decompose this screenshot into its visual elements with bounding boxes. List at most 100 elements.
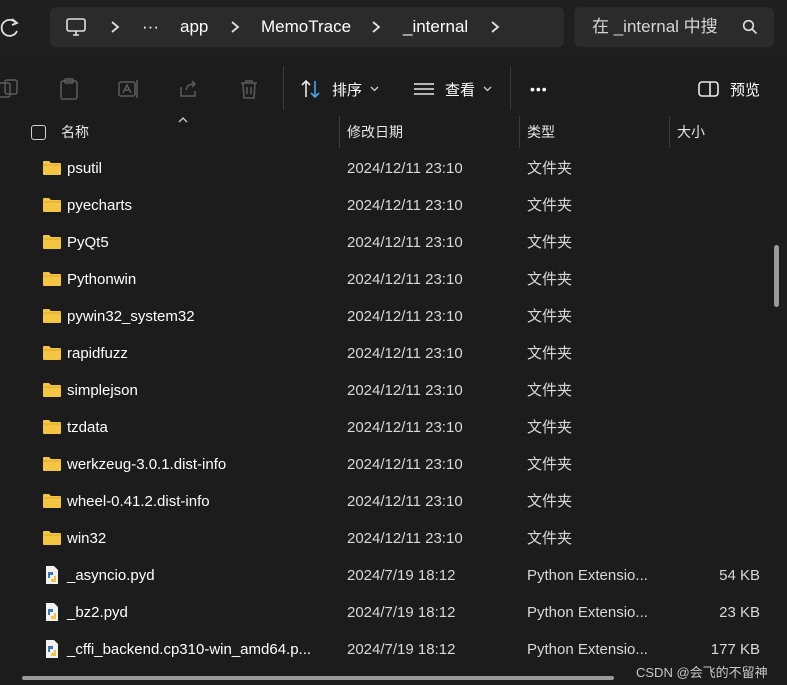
file-date: 2024/12/11 23:10 xyxy=(347,493,463,510)
file-type: Python Extensio... xyxy=(527,604,648,621)
file-name: _asyncio.pyd xyxy=(67,567,155,584)
search-icon[interactable] xyxy=(742,19,758,35)
sort-button[interactable]: 排序 xyxy=(300,74,389,104)
breadcrumb-internal[interactable]: _internal xyxy=(403,7,468,47)
folder-icon xyxy=(43,198,61,212)
file-name: win32 xyxy=(67,530,107,547)
file-type: 文件夹 xyxy=(527,160,573,177)
sort-icon xyxy=(301,79,320,99)
chevron-right-icon[interactable] xyxy=(108,19,122,35)
column-type[interactable]: 类型 xyxy=(527,116,555,148)
view-button[interactable]: 查看 xyxy=(413,74,502,104)
file-type: 文件夹 xyxy=(527,197,573,214)
file-name: _cffi_backend.cp310-win_amd64.p... xyxy=(67,641,312,658)
folder-icon xyxy=(43,383,61,397)
folder-icon xyxy=(43,346,61,360)
address-bar[interactable]: ··· app MemoTrace _internal xyxy=(50,7,564,47)
list-item[interactable]: pyecharts 2024/12/11 23:10 文件夹 xyxy=(0,187,770,224)
file-date: 2024/7/19 18:12 xyxy=(347,567,456,584)
preview-pane-icon xyxy=(698,81,719,97)
paste-icon[interactable] xyxy=(58,78,80,100)
file-type: 文件夹 xyxy=(527,456,573,473)
vertical-scrollbar[interactable] xyxy=(774,245,779,307)
file-date: 2024/12/11 23:10 xyxy=(347,160,463,177)
list-item[interactable]: werkzeug-3.0.1.dist-info 2024/12/11 23:1… xyxy=(0,446,770,483)
file-name: werkzeug-3.0.1.dist-info xyxy=(67,456,227,473)
chevron-down-icon xyxy=(370,86,379,92)
breadcrumb-app[interactable]: app xyxy=(180,7,208,47)
file-name: psutil xyxy=(67,160,103,177)
command-bar: 排序 查看 ••• 预览 xyxy=(0,60,787,116)
column-size[interactable]: 大小 xyxy=(677,116,705,148)
file-date: 2024/7/19 18:12 xyxy=(347,641,456,658)
file-name: pyecharts xyxy=(67,197,133,214)
column-divider[interactable] xyxy=(669,116,670,148)
column-name[interactable]: 名称 xyxy=(61,116,89,148)
rename-icon[interactable] xyxy=(118,78,140,100)
file-date: 2024/12/11 23:10 xyxy=(347,197,463,214)
toolbar-divider xyxy=(510,66,511,110)
column-divider[interactable] xyxy=(339,116,340,148)
file-type: 文件夹 xyxy=(527,419,573,436)
python-file-icon xyxy=(46,566,58,584)
toolbar-divider xyxy=(283,66,284,110)
computer-icon[interactable] xyxy=(66,17,86,37)
refresh-icon[interactable] xyxy=(0,14,20,40)
folder-icon xyxy=(43,235,61,249)
file-type: 文件夹 xyxy=(527,308,573,325)
column-header: 名称 修改日期 类型 大小 xyxy=(0,116,787,148)
file-size: 23 KB xyxy=(719,604,760,621)
column-divider[interactable] xyxy=(519,116,520,148)
column-modified[interactable]: 修改日期 xyxy=(347,116,403,148)
file-name: Pythonwin xyxy=(67,271,137,288)
chevron-right-icon[interactable] xyxy=(488,19,502,35)
file-type: Python Extensio... xyxy=(527,641,648,658)
view-label: 查看 xyxy=(445,81,476,99)
folder-icon xyxy=(43,272,61,286)
file-date: 2024/12/11 23:10 xyxy=(347,456,463,473)
folder-icon xyxy=(43,309,61,323)
search-placeholder[interactable]: 在 _internal 中搜 xyxy=(592,7,718,47)
file-date: 2024/12/11 23:10 xyxy=(347,271,463,288)
copy-icon[interactable] xyxy=(0,78,22,100)
chevron-right-icon[interactable] xyxy=(228,19,242,35)
folder-icon xyxy=(43,457,61,471)
sort-label: 排序 xyxy=(332,81,363,99)
list-item[interactable]: win32 2024/12/11 23:10 文件夹 xyxy=(0,520,770,557)
file-type: 文件夹 xyxy=(527,493,573,510)
chevron-right-icon[interactable] xyxy=(369,19,383,35)
breadcrumb-memotrace[interactable]: MemoTrace xyxy=(261,7,351,47)
share-icon[interactable] xyxy=(178,78,200,100)
file-list: psutil 2024/12/11 23:10 文件夹 pyecharts 20… xyxy=(0,150,770,668)
list-item[interactable]: PyQt5 2024/12/11 23:10 文件夹 xyxy=(0,224,770,261)
search-box[interactable]: 在 _internal 中搜 xyxy=(574,7,774,47)
folder-icon xyxy=(43,161,61,175)
file-size: 54 KB xyxy=(719,567,760,584)
list-item[interactable]: tzdata 2024/12/11 23:10 文件夹 xyxy=(0,409,770,446)
file-type: 文件夹 xyxy=(527,234,573,251)
file-date: 2024/12/11 23:10 xyxy=(347,308,463,325)
list-item[interactable]: _bz2.pyd 2024/7/19 18:12 Python Extensio… xyxy=(0,594,770,631)
list-item[interactable]: psutil 2024/12/11 23:10 文件夹 xyxy=(0,150,770,187)
chevron-down-icon xyxy=(483,86,492,92)
select-all-checkbox[interactable] xyxy=(31,125,46,140)
preview-label: 预览 xyxy=(730,81,761,99)
list-item[interactable]: Pythonwin 2024/12/11 23:10 文件夹 xyxy=(0,261,770,298)
list-item[interactable]: _asyncio.pyd 2024/7/19 18:12 Python Exte… xyxy=(0,557,770,594)
file-type: 文件夹 xyxy=(527,271,573,288)
horizontal-scrollbar[interactable] xyxy=(22,676,614,680)
file-type: 文件夹 xyxy=(527,382,573,399)
list-item[interactable]: pywin32_system32 2024/12/11 23:10 文件夹 xyxy=(0,298,770,335)
file-name: wheel-0.41.2.dist-info xyxy=(67,493,210,510)
folder-icon xyxy=(43,531,61,545)
file-date: 2024/12/11 23:10 xyxy=(347,234,463,251)
preview-pane-button[interactable]: 预览 xyxy=(698,74,760,104)
list-item[interactable]: wheel-0.41.2.dist-info 2024/12/11 23:10 … xyxy=(0,483,770,520)
file-date: 2024/12/11 23:10 xyxy=(347,382,463,399)
more-options-button[interactable]: ••• xyxy=(530,74,548,104)
list-item[interactable]: simplejson 2024/12/11 23:10 文件夹 xyxy=(0,372,770,409)
list-item[interactable]: rapidfuzz 2024/12/11 23:10 文件夹 xyxy=(0,335,770,372)
python-file-icon xyxy=(46,640,58,658)
delete-icon[interactable] xyxy=(238,78,260,100)
breadcrumb-overflow[interactable]: ··· xyxy=(142,7,159,47)
